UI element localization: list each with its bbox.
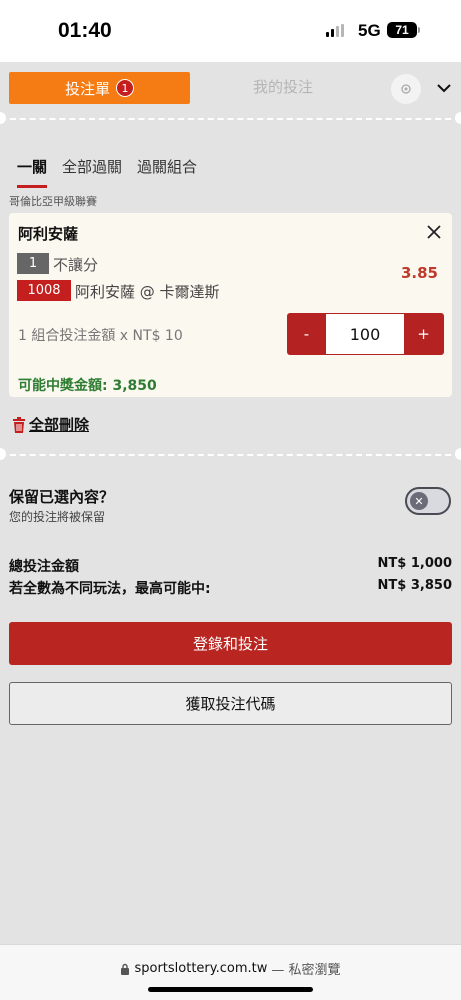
stake-description: 1 組合投注金額 x NT$ 10 — [18, 328, 183, 344]
remove-all-button[interactable]: 全部刪除 — [12, 414, 89, 435]
stake-input[interactable] — [326, 314, 404, 354]
battery-tip — [418, 27, 420, 33]
remove-selection-button[interactable] — [424, 222, 444, 242]
divider-notch — [455, 112, 461, 124]
market-number-badge: 1 — [17, 253, 49, 274]
browser-bottom-bar: sportslottery.com.tw — 私密瀏覽 — [0, 944, 461, 1000]
keep-selections-title: 保留已選內容？ — [9, 488, 115, 506]
event-number-badge: 1008 — [17, 280, 71, 301]
max-return-row: 若全數為不同玩法，最高可能中: NT$ 3,850 — [9, 578, 452, 598]
address-bar[interactable]: sportslottery.com.tw — 私密瀏覽 — [0, 959, 461, 978]
divider-notch — [0, 448, 6, 460]
potential-payout: 可能中獎金額: 3,850 — [18, 378, 157, 394]
get-bet-code-button[interactable]: 獲取投注代碼 — [9, 682, 452, 725]
keep-selections-subtitle: 您的投注將被保留 — [9, 510, 106, 524]
total-stake-label: 總投注金額 — [9, 559, 79, 575]
selection-team: 阿利安薩 — [18, 225, 79, 243]
tab-parlay-combo[interactable]: 過關組合 — [137, 150, 197, 184]
tab-betslip[interactable]: 投注單 1 — [9, 72, 190, 104]
keep-selections-toggle[interactable]: ✕ — [405, 487, 451, 515]
lock-icon — [121, 963, 130, 975]
remove-all-label: 全部刪除 — [29, 416, 90, 434]
market-name: 不讓分 — [53, 256, 99, 274]
selection-card: 阿利安薩 1 不讓分 3.85 1008 阿利安薩 @ 卡爾達斯 1 組合投注金… — [9, 213, 452, 397]
betslip-header: 投注單 1 我的投注 — [0, 62, 461, 114]
login-and-bet-button[interactable]: 登錄和投注 — [9, 622, 452, 665]
chevron-down-icon — [437, 84, 451, 93]
private-browsing-label: — 私密瀏覽 — [271, 963, 341, 978]
collapse-button[interactable] — [432, 76, 456, 100]
status-bar: 01:40 5G 71 — [0, 0, 461, 62]
total-stake-row: 總投注金額 NT$ 1,000 — [9, 556, 452, 576]
stake-stepper: - + — [287, 313, 444, 355]
league-name: 哥倫比亞甲級聯賽 — [9, 195, 97, 208]
signal-icon — [326, 24, 344, 37]
total-stake-value: NT$ 1,000 — [377, 556, 452, 571]
bet-type-tabs: 一關 全部過關 過關組合 — [17, 150, 212, 188]
divider — [0, 454, 461, 456]
home-indicator — [148, 987, 313, 992]
close-icon — [427, 225, 441, 239]
event-name: 阿利安薩 @ 卡爾達斯 — [75, 283, 220, 301]
tab-single[interactable]: 一關 — [17, 150, 48, 188]
url-domain: sportslottery.com.tw — [134, 961, 268, 976]
tab-all-parlay[interactable]: 全部過關 — [62, 150, 122, 184]
tab-betslip-label: 投注單 — [64, 79, 110, 98]
status-time: 01:40 — [58, 19, 112, 42]
tab-my-bets[interactable]: 我的投注 — [200, 76, 366, 97]
divider-notch — [455, 448, 461, 460]
max-return-label: 若全數為不同玩法，最高可能中: — [9, 581, 211, 597]
max-return-value: NT$ 3,850 — [377, 578, 452, 593]
increment-button[interactable]: + — [404, 313, 443, 355]
battery-icon: 71 — [387, 22, 417, 38]
toggle-off-icon: ✕ — [410, 492, 428, 510]
trash-icon — [13, 416, 25, 433]
betslip-count-badge: 1 — [116, 79, 134, 97]
network-type: 5G — [358, 21, 381, 40]
settings-icon — [401, 84, 411, 94]
settings-button[interactable] — [391, 74, 421, 104]
decrement-button[interactable]: - — [287, 313, 326, 355]
divider — [0, 118, 461, 120]
selection-odds: 3.85 — [400, 264, 438, 282]
